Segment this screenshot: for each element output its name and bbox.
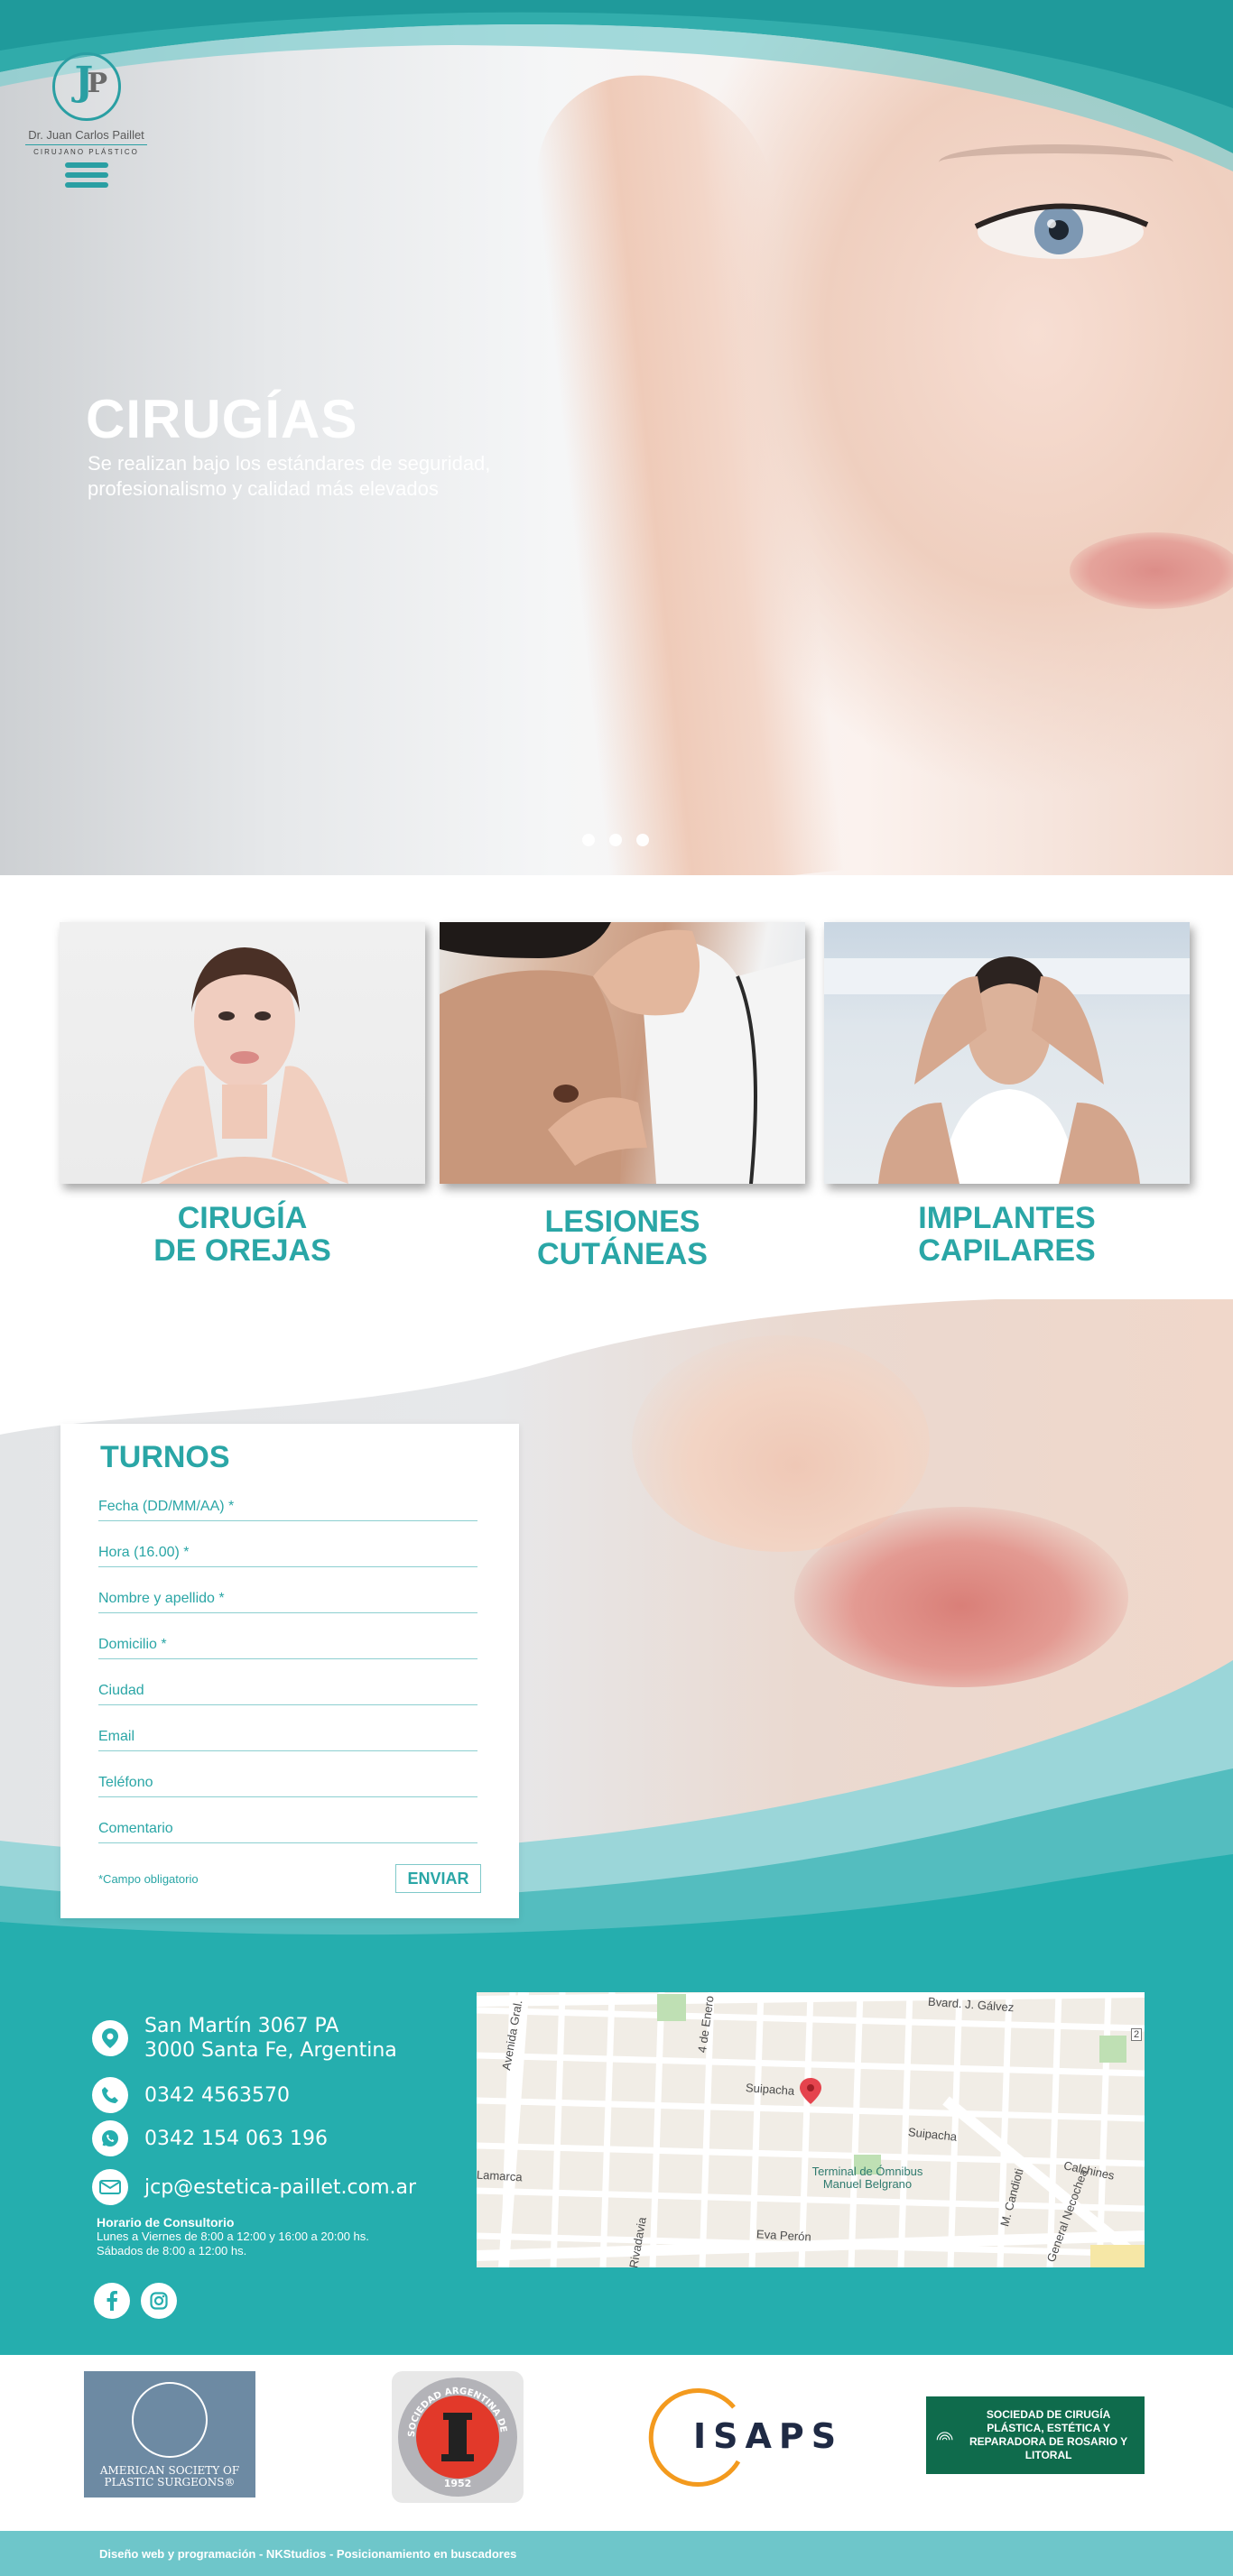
email-icon — [92, 2169, 128, 2205]
address-line-2: 3000 Santa Fe, Argentina — [144, 2039, 397, 2062]
office-hours: Horario de Consultorio Lunes a Viernes d… — [97, 2215, 369, 2258]
services-section: CIRUGÍA DE OREJAS LESIONES CUTÁNEAS IMPL… — [0, 875, 1233, 1299]
service-label-implantes-capilares[interactable]: IMPLANTES CAPILARES — [824, 1202, 1190, 1267]
contact-phone[interactable]: 0342 4563570 — [92, 2077, 290, 2113]
hero-subtitle: Se realizan bajo los estándares de segur… — [88, 452, 491, 500]
service-label-line: DE OREJAS — [153, 1233, 331, 1268]
social-links — [94, 2283, 177, 2319]
asps-ring-icon — [132, 2382, 208, 2458]
site-footer: Diseño web y programación - NKStudios - … — [0, 2531, 1233, 2576]
turnos-title: TURNOS — [100, 1440, 230, 1474]
logo-monogram: J P — [51, 52, 121, 121]
slider-dot-3[interactable] — [636, 834, 649, 846]
address-text: San Martín 3067 PA 3000 Santa Fe, Argent… — [144, 2014, 397, 2063]
phone-text[interactable]: 0342 4563570 — [144, 2083, 290, 2108]
slider-dot-1[interactable] — [582, 834, 595, 846]
hours-weekdays: Lunes a Viernes de 8:00 a 12:00 y 16:00 … — [97, 2230, 369, 2243]
service-label-lesiones-cutaneas[interactable]: LESIONES CUTÁNEAS — [440, 1205, 805, 1270]
service-image-woman-face — [141, 947, 348, 1184]
hero-image-lips — [1070, 532, 1233, 609]
svg-text:SOCIEDAD ARGENTINA DE CIRUGÍA: SOCIEDAD ARGENTINA DE CIRUGÍA PLÁSTICA — [398, 2377, 508, 2437]
asps-text: AMERICAN SOCIETY OF PLASTIC SURGEONS® — [99, 2464, 240, 2488]
required-note: *Campo obligatorio — [98, 1871, 199, 1886]
scp-arc-icon — [936, 2432, 953, 2441]
address-line-1: San Martín 3067 PA — [144, 2015, 339, 2037]
brand-logo[interactable]: J P Dr. Juan Carlos Paillet CIRUJANO PLÁ… — [25, 52, 147, 156]
location-pin-icon — [92, 2020, 128, 2056]
slider-dot-2[interactable] — [609, 834, 622, 846]
phone-icon — [92, 2077, 128, 2113]
scp-rosario-logo[interactable]: SOCIEDAD DE CIRUGÍA PLÁSTICA, ESTÉTICA Y… — [926, 2396, 1145, 2474]
isaps-logo[interactable]: ISAPS — [648, 2382, 836, 2490]
instagram-icon[interactable] — [141, 2283, 177, 2319]
hero-title: CIRUGÍAS — [86, 389, 358, 449]
whatsapp-icon — [92, 2120, 128, 2156]
saccp-year: 1952 — [443, 2478, 472, 2489]
service-label-line: IMPLANTES — [918, 1201, 1096, 1235]
brand-subtitle: CIRUJANO PLÁSTICO — [25, 144, 147, 156]
hours-title: Horario de Consultorio — [97, 2215, 235, 2230]
hero-top-wave — [0, 0, 1233, 172]
service-label-cirugia-orejas[interactable]: CIRUGÍA DE OREJAS — [60, 1202, 425, 1267]
domicilio-field[interactable] — [98, 1613, 477, 1659]
isaps-text: ISAPS — [693, 2416, 844, 2456]
location-map[interactable]: Bvard. J. Gálvez Avenida Gral. 4 de Ener… — [477, 1992, 1145, 2267]
hora-field[interactable] — [98, 1521, 477, 1567]
slider-dots — [582, 834, 649, 846]
scp-text: SOCIEDAD DE CIRUGÍA PLÁSTICA, ESTÉTICA Y… — [969, 2408, 1128, 2461]
brand-name: Dr. Juan Carlos Paillet — [28, 128, 144, 142]
contact-email[interactable]: jcp@estetica-paillet.com.ar — [92, 2169, 416, 2205]
map-label-terminal: Terminal de Ómnibus Manuel Belgrano — [811, 2165, 923, 2191]
map-label-eva-peron: Eva Perón — [756, 2227, 812, 2244]
map-label-lamarca: Lamarca — [477, 2167, 523, 2184]
service-card-lesiones-cutaneas[interactable] — [440, 922, 805, 1184]
email-field[interactable] — [98, 1705, 477, 1751]
footer-credits[interactable]: Diseño web y programación - NKStudios - … — [99, 2547, 516, 2561]
contact-whatsapp[interactable]: 0342 154 063 196 — [92, 2120, 328, 2156]
email-text[interactable]: jcp@estetica-paillet.com.ar — [144, 2175, 416, 2200]
service-label-line: CUTÁNEAS — [537, 1237, 708, 1271]
form-footer: *Campo obligatorio ENVIAR — [98, 1864, 481, 1893]
service-label-line: CAPILARES — [918, 1233, 1096, 1268]
nombre-field[interactable] — [98, 1567, 477, 1613]
contact-section: San Martín 3067 PA 3000 Santa Fe, Argent… — [0, 1967, 1233, 2355]
telefono-field[interactable] — [98, 1751, 477, 1797]
fecha-field[interactable] — [98, 1475, 477, 1521]
hero-slider: J P Dr. Juan Carlos Paillet CIRUJANO PLÁ… — [0, 0, 1233, 875]
service-label-line: LESIONES — [544, 1205, 700, 1239]
saccp-logo[interactable]: SOCIEDAD ARGENTINA DE CIRUGÍA PLÁSTICA 1… — [392, 2371, 524, 2503]
saccp-seal-icon: SOCIEDAD ARGENTINA DE CIRUGÍA PLÁSTICA 1… — [398, 2377, 517, 2497]
map-road-sign: 2 — [1131, 2028, 1143, 2041]
map-streets — [477, 1992, 1145, 2267]
comentario-field[interactable] — [98, 1797, 477, 1843]
hamburger-menu-icon[interactable] — [65, 162, 108, 191]
enviar-button[interactable]: ENVIAR — [395, 1864, 481, 1893]
whatsapp-text[interactable]: 0342 154 063 196 — [144, 2127, 328, 2151]
service-label-line: CIRUGÍA — [177, 1201, 308, 1235]
asps-logo[interactable]: AMERICAN SOCIETY OF PLASTIC SURGEONS® — [84, 2371, 255, 2498]
sponsors-section: AMERICAN SOCIETY OF PLASTIC SURGEONS® SO… — [0, 2355, 1233, 2531]
service-card-implantes-capilares[interactable] — [824, 922, 1190, 1184]
service-image-skin-exam — [440, 922, 805, 1184]
service-card-cirugia-orejas[interactable] — [60, 922, 425, 1184]
facebook-icon[interactable] — [94, 2283, 130, 2319]
hours-saturday: Sábados de 8:00 a 12:00 hs. — [97, 2244, 247, 2257]
turnos-form: TURNOS *Campo obligatorio ENVIAR — [60, 1424, 519, 1918]
logo-letter-p: P — [87, 68, 108, 99]
ciudad-field[interactable] — [98, 1659, 477, 1705]
contact-address: San Martín 3067 PA 3000 Santa Fe, Argent… — [92, 2014, 397, 2063]
service-image-man-hair — [824, 956, 1190, 1184]
